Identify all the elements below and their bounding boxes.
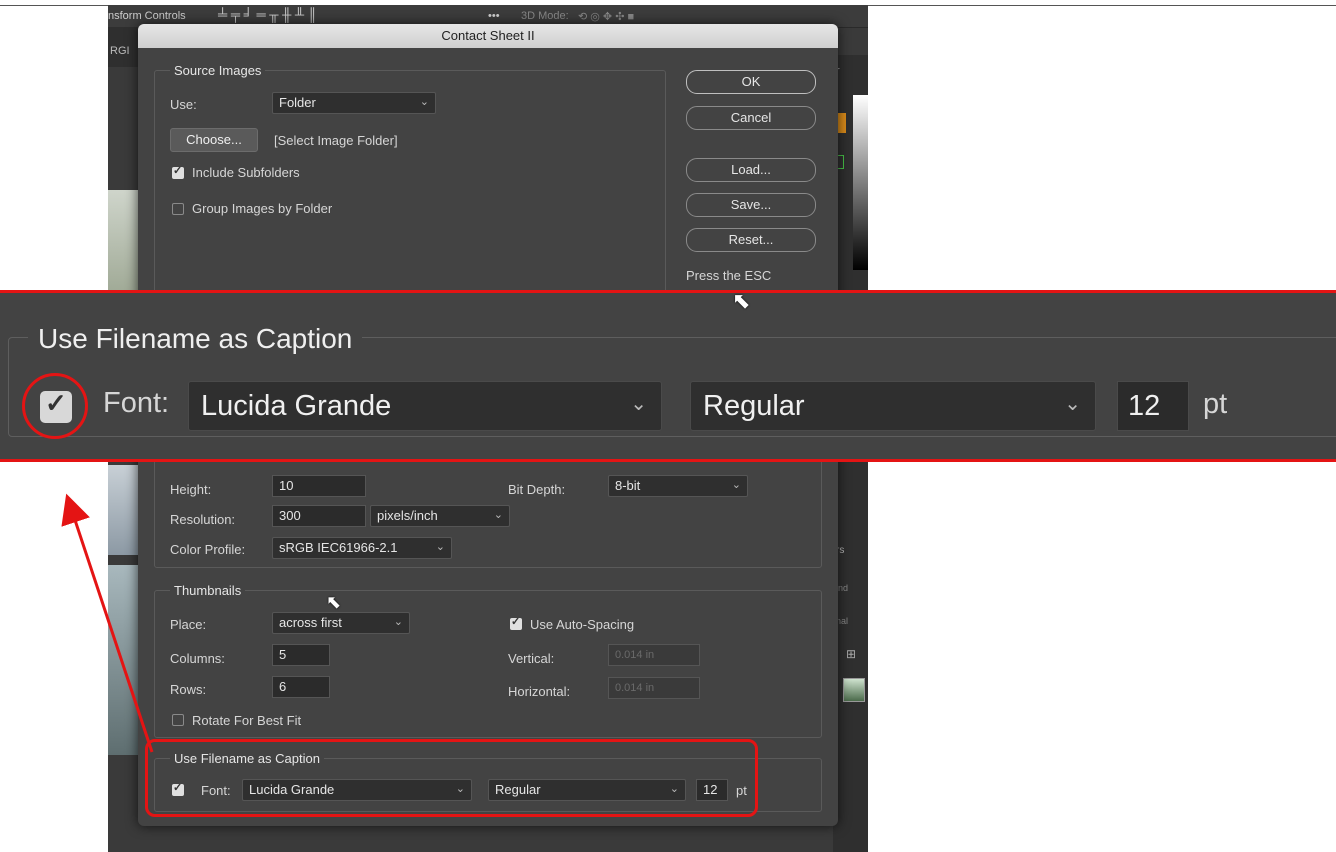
columns-label: Columns:	[170, 651, 225, 666]
include-subfolders-label[interactable]: Include Subfolders	[192, 165, 300, 180]
include-subfolders-checkbox[interactable]	[172, 164, 184, 179]
chevron-down-icon: ⌄	[435, 541, 445, 553]
zoom-size-unit: pt	[1203, 388, 1228, 420]
group-by-folder-checkbox[interactable]	[172, 203, 184, 215]
thumbnails-title: Thumbnails	[170, 583, 246, 598]
highlight-rectangle	[145, 739, 758, 817]
cancel-button[interactable]: Cancel	[686, 106, 816, 130]
ok-button[interactable]: OK	[686, 70, 816, 94]
resolution-label: Resolution:	[170, 512, 236, 527]
chevron-down-icon: ⌄	[731, 479, 741, 491]
rotate-checkbox[interactable]	[172, 714, 184, 726]
bit-depth-value: 8-bit	[615, 478, 641, 493]
layer-thumbnail-icon[interactable]	[843, 678, 865, 702]
rotate-label[interactable]: Rotate For Best Fit	[192, 713, 301, 728]
more-options-icon[interactable]: •••	[488, 10, 500, 22]
zoom-font-dropdown[interactable]: Lucida Grande ⌄	[188, 381, 662, 431]
zoom-font-value: Lucida Grande	[201, 390, 392, 422]
cursor-icon: ⬉	[326, 592, 342, 612]
save-button[interactable]: Save...	[686, 193, 816, 217]
chevron-down-icon: ⌄	[493, 509, 503, 521]
place-label: Place:	[170, 617, 207, 632]
height-field[interactable]: 10	[272, 475, 366, 497]
use-value: Folder	[279, 95, 316, 110]
chevron-down-icon: ⌄	[1064, 393, 1081, 415]
place-dropdown[interactable]: across first ⌄	[272, 612, 410, 634]
load-button[interactable]: Load...	[686, 158, 816, 182]
place-value: across first	[279, 615, 342, 630]
chevron-down-icon: ⌄	[630, 393, 647, 415]
gradient-panel[interactable]	[853, 95, 868, 270]
chevron-down-icon: ⌄	[419, 96, 429, 108]
columns-field[interactable]: 5	[272, 644, 330, 666]
resolution-field[interactable]: 300	[272, 505, 366, 527]
horizontal-label: Horizontal:	[508, 684, 571, 699]
highlight-circle	[22, 373, 88, 439]
bit-depth-label: Bit Depth:	[508, 482, 566, 497]
bit-depth-dropdown[interactable]: 8-bit ⌄	[608, 475, 748, 497]
horizontal-field[interactable]: 0.014 in	[608, 677, 700, 699]
height-label: Height:	[170, 482, 212, 497]
color-profile-dropdown[interactable]: sRGB IEC61966-2.1 ⌄	[272, 537, 452, 559]
source-images-title: Source Images	[170, 63, 266, 78]
resolution-unit-dropdown[interactable]: pixels/inch ⌄	[370, 505, 510, 527]
dialog-title: Contact Sheet II	[138, 24, 838, 48]
group-by-folder-label[interactable]: Group Images by Folder	[192, 201, 332, 216]
zoomed-caption-overlay: Use Filename as Caption Font: Lucida Gra…	[0, 290, 1336, 462]
reset-button[interactable]: Reset...	[686, 228, 816, 252]
vertical-label: Vertical:	[508, 651, 555, 666]
chevron-down-icon: ⌄	[393, 616, 403, 628]
grid-icon[interactable]: ⊞	[846, 647, 856, 661]
transform-controls-label[interactable]: nsform Controls	[108, 10, 186, 22]
canvas-photo	[108, 565, 138, 755]
vertical-field[interactable]: 0.014 in	[608, 644, 700, 666]
auto-spacing-label[interactable]: Use Auto-Spacing	[530, 617, 634, 632]
3d-mode-label: 3D Mode:	[521, 10, 569, 22]
cursor-icon: ⬉	[732, 288, 751, 313]
use-label: Use:	[170, 97, 197, 112]
rows-label: Rows:	[170, 682, 207, 697]
zoom-font-label: Font:	[103, 387, 170, 419]
zoom-style-value: Regular	[703, 390, 805, 422]
rows-field[interactable]: 6	[272, 676, 330, 698]
choose-button[interactable]: Choose...	[170, 128, 258, 152]
color-profile-value: sRGB IEC61966-2.1	[279, 540, 398, 555]
auto-spacing-checkbox[interactable]	[510, 615, 522, 630]
resolution-unit-value: pixels/inch	[377, 508, 438, 523]
zoom-style-dropdown[interactable]: Regular ⌄	[690, 381, 1096, 431]
align-icons[interactable]: ╧ ╤ ╛ ═ ╥ ╫ ╨ ║	[218, 7, 317, 22]
zoom-size-field[interactable]: 12	[1117, 381, 1189, 431]
folder-path-text: [Select Image Folder]	[274, 133, 398, 148]
3d-mode-icons[interactable]: ⟲ ◎ ✥ ✣ ■	[578, 10, 634, 23]
esc-hint-text: Press the ESC	[686, 268, 772, 283]
zoom-caption-title: Use Filename as Caption	[28, 323, 363, 355]
use-dropdown[interactable]: Folder ⌄	[272, 92, 436, 114]
canvas-photo	[108, 465, 138, 555]
color-profile-label: Color Profile:	[170, 542, 246, 557]
document-tab-label: RGI	[110, 45, 130, 57]
document-tab[interactable]: RGI	[108, 27, 138, 67]
